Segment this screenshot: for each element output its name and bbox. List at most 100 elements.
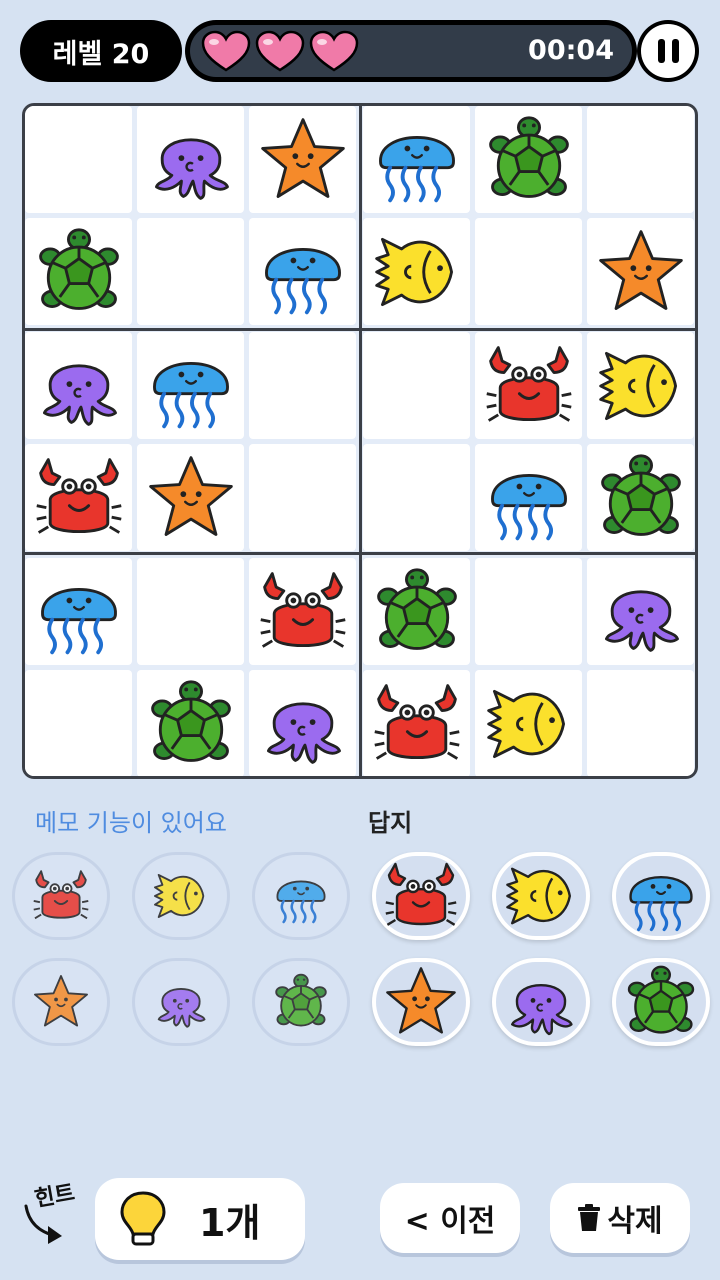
octopus-icon [593, 564, 689, 660]
board-cell[interactable] [249, 332, 356, 439]
hint-button[interactable]: 1개 [95, 1178, 305, 1260]
board-cell[interactable] [137, 444, 244, 551]
crab-icon [255, 564, 351, 660]
heart-icon [255, 30, 305, 72]
jellyfish-icon [143, 338, 239, 434]
answer-jellyfish-button[interactable] [612, 852, 710, 940]
board-cell[interactable] [25, 332, 132, 439]
starfish-icon [593, 224, 689, 320]
board-cell[interactable] [475, 218, 582, 325]
board-cell[interactable] [587, 444, 694, 551]
board-cell[interactable] [249, 558, 356, 665]
answer-turtle-button[interactable] [612, 958, 710, 1046]
board-cell[interactable] [475, 106, 582, 213]
crab-icon [369, 676, 465, 772]
octopus-icon [150, 971, 212, 1033]
board-cell[interactable] [475, 332, 582, 439]
memo-label: 메모 기능이 있어요 [35, 809, 227, 837]
starfish-icon [255, 112, 351, 208]
timer: 00:04 [528, 35, 614, 66]
board-cell[interactable] [587, 558, 694, 665]
board-cell[interactable] [137, 106, 244, 213]
memo-turtle-button[interactable] [252, 958, 350, 1046]
octopus-icon [501, 962, 581, 1042]
board-cell[interactable] [587, 332, 694, 439]
delete-label: 삭제 [607, 1204, 663, 1239]
board-cell[interactable] [249, 444, 356, 551]
fish-icon [593, 338, 689, 434]
block-divider [25, 552, 695, 555]
board-cell[interactable] [475, 558, 582, 665]
pause-button[interactable] [637, 20, 699, 82]
board-cell[interactable] [249, 670, 356, 776]
lives-hearts [200, 30, 360, 72]
arrow-icon [24, 1204, 62, 1244]
answer-starfish-button[interactable] [372, 958, 470, 1046]
jellyfish-icon [255, 224, 351, 320]
jellyfish-icon [481, 450, 577, 546]
crab-icon [30, 865, 92, 927]
status-bar: 00:04 [185, 20, 637, 82]
board-cell[interactable] [475, 670, 582, 776]
board-cell[interactable] [363, 444, 470, 551]
fish-icon [501, 856, 581, 936]
answer-crab-button[interactable] [372, 852, 470, 940]
board-cell[interactable] [137, 670, 244, 776]
turtle-icon [270, 971, 332, 1033]
starfish-icon [381, 962, 461, 1042]
board-cell[interactable] [363, 558, 470, 665]
board-cell[interactable] [25, 670, 132, 776]
board-cell[interactable] [587, 670, 694, 776]
board-cell[interactable] [249, 106, 356, 213]
jellyfish-icon [270, 865, 332, 927]
prev-label: < 이전 [404, 1204, 496, 1239]
block-divider [359, 106, 362, 776]
prev-button[interactable]: < 이전 [380, 1183, 520, 1253]
board-cell[interactable] [137, 558, 244, 665]
answer-octopus-button[interactable] [492, 958, 590, 1046]
board-cell[interactable] [25, 444, 132, 551]
jellyfish-icon [31, 564, 127, 660]
answer-fish-button[interactable] [492, 852, 590, 940]
board-cell[interactable] [363, 332, 470, 439]
delete-button[interactable]: 삭제 [550, 1183, 690, 1253]
level-badge: 레벨 20 [20, 20, 182, 82]
board-cell[interactable] [137, 218, 244, 325]
hint-tag: 힌트 [22, 1180, 92, 1244]
starfish-icon [143, 450, 239, 546]
memo-octopus-button[interactable] [132, 958, 230, 1046]
board-cell[interactable] [25, 106, 132, 213]
answer-label: 답지 [368, 809, 413, 837]
board-cell[interactable] [25, 218, 132, 325]
crab-icon [381, 856, 461, 936]
memo-fish-button[interactable] [132, 852, 230, 940]
board-cell[interactable] [137, 332, 244, 439]
starfish-icon [30, 971, 92, 1033]
board-cell[interactable] [475, 444, 582, 551]
crab-icon [31, 450, 127, 546]
board-cell[interactable] [363, 106, 470, 213]
lightbulb-icon [120, 1191, 166, 1246]
memo-starfish-button[interactable] [12, 958, 110, 1046]
pause-icon[interactable] [641, 24, 695, 78]
octopus-icon [31, 338, 127, 434]
board-cell[interactable] [363, 670, 470, 776]
board-cell[interactable] [363, 218, 470, 325]
board-cell[interactable] [249, 218, 356, 325]
turtle-icon [481, 112, 577, 208]
memo-jellyfish-button[interactable] [252, 852, 350, 940]
board-cell[interactable] [25, 558, 132, 665]
octopus-icon [143, 112, 239, 208]
trash-icon [578, 1204, 601, 1231]
memo-crab-button[interactable] [12, 852, 110, 940]
fish-icon [481, 676, 577, 772]
board-cell[interactable] [587, 106, 694, 213]
crab-icon [481, 338, 577, 434]
turtle-icon [593, 450, 689, 546]
board-cell[interactable] [587, 218, 694, 325]
heart-icon [201, 30, 251, 72]
jellyfish-icon [369, 112, 465, 208]
jellyfish-icon [621, 856, 701, 936]
turtle-icon [369, 564, 465, 660]
octopus-icon [255, 676, 351, 772]
